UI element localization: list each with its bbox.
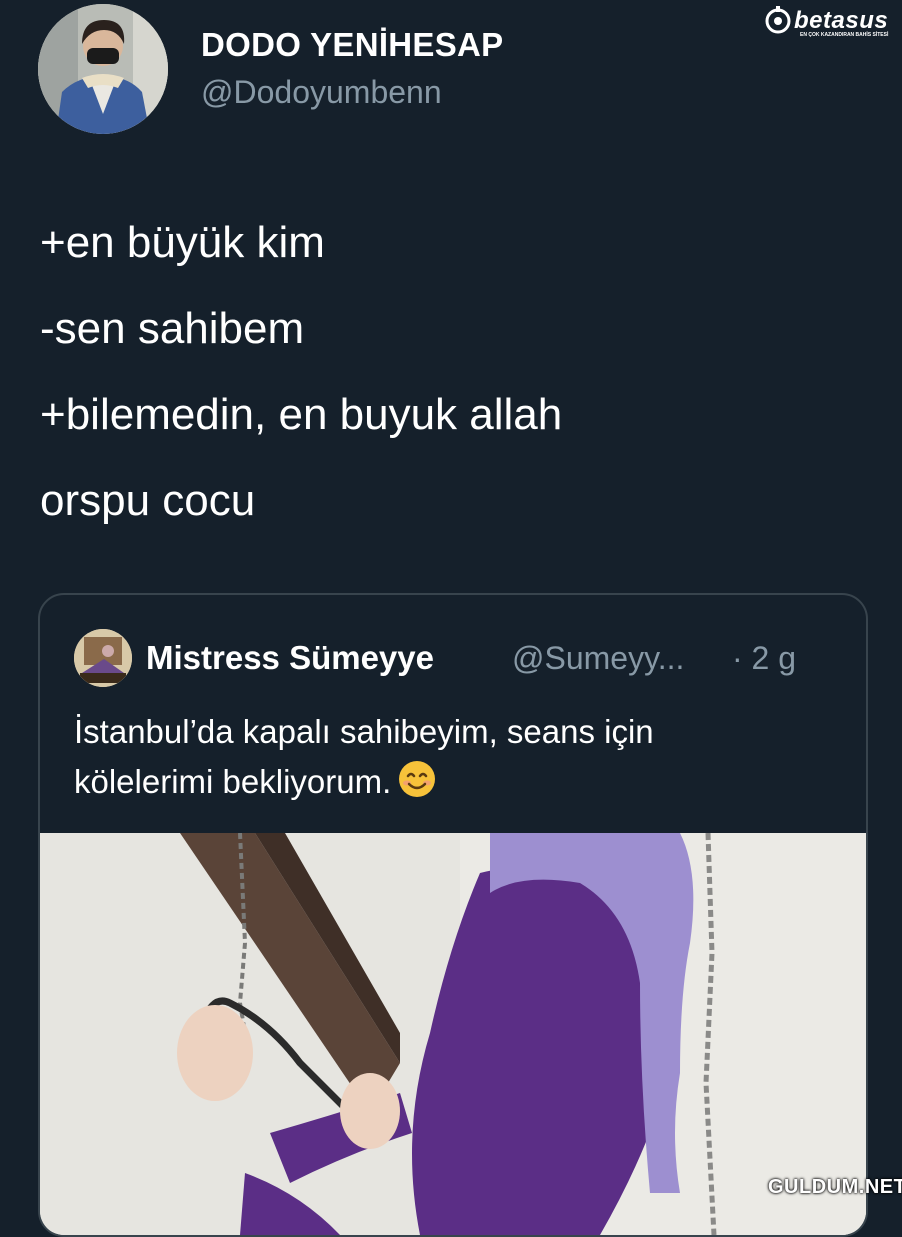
betasus-watermark: betasus EN ÇOK KAZANDIRAN BAHİS SİTESİ [764,4,896,44]
author-display-name[interactable]: DODO YENİHESAP [201,26,504,64]
quoted-author-handle[interactable]: @Sumeyy... [512,640,684,677]
author-handle[interactable]: @Dodoyumbenn [201,74,442,111]
tweet-body: +en büyük kim -sen sahibem +bilemedin, e… [40,200,562,544]
quoted-tweet-line-2: kölelerimi bekliyorum. [74,757,654,813]
tweet-line: -sen sahibem [40,304,305,353]
quoted-tweet-card[interactable]: Mistress Sümeyye @Sumeyy... · 2 g İstanb… [38,593,868,1237]
tweet-line: +en büyük kim [40,218,325,267]
watermark-tagline: EN ÇOK KAZANDIRAN BAHİS SİTESİ [800,32,889,38]
quoted-author-avatar[interactable] [74,629,132,687]
quoted-tweet-line: kölelerimi bekliyorum. [74,763,392,800]
watermark-brand: betasus [794,7,889,34]
quoted-tweet-body: İstanbul’da kapalı sahibeyim, seans için… [74,707,654,813]
tweet-line: orspu cocu [40,476,256,525]
quoted-author-display-name[interactable]: Mistress Sümeyye [146,639,434,677]
tweet-line: +bilemedin, en buyuk allah [40,390,563,439]
quoted-timestamp[interactable]: · 2 g [732,640,796,677]
quoted-media-image[interactable] [40,833,866,1235]
author-avatar[interactable] [38,4,168,134]
smiling-face-emoji [397,759,437,813]
guldum-watermark: GULDUM.NET [768,1176,902,1198]
quoted-tweet-line: İstanbul’da kapalı sahibeyim, seans için [74,713,654,750]
